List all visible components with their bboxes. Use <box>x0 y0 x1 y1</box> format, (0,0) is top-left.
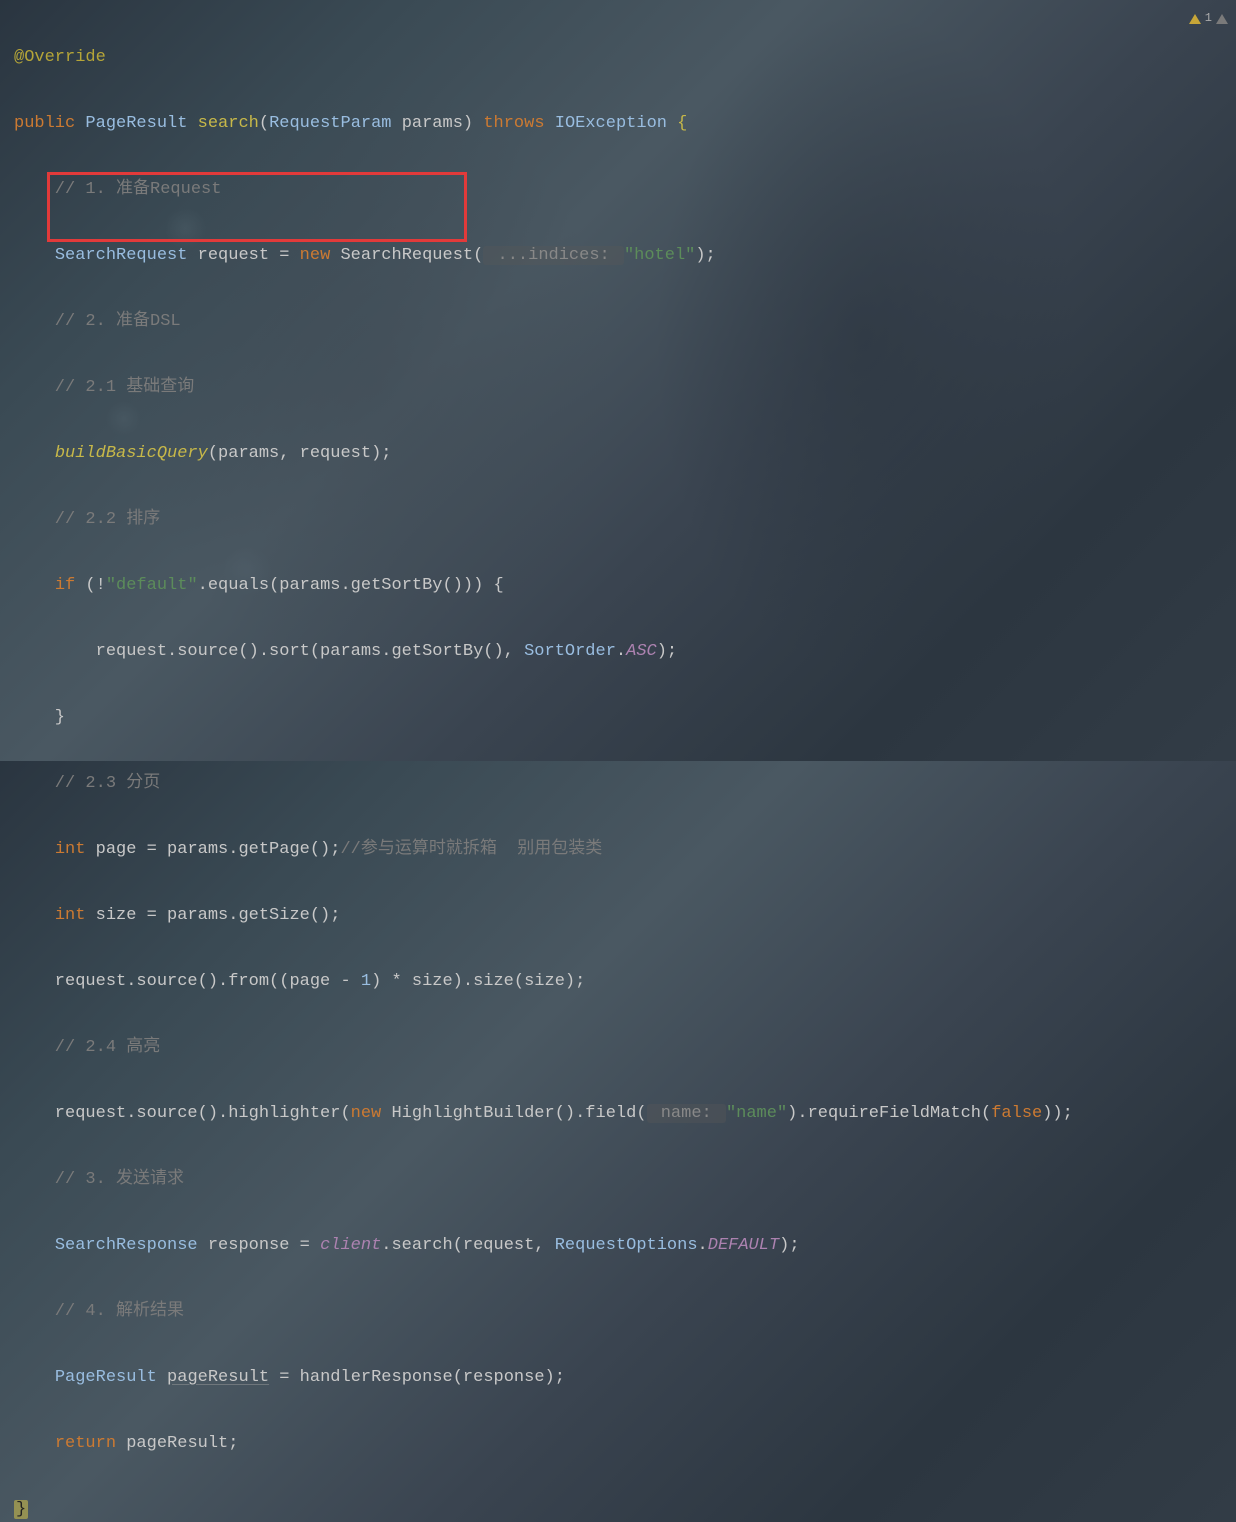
code-line: return pageResult; <box>14 1427 1222 1460</box>
code-line: } <box>14 1493 1222 1522</box>
warning-icon <box>1189 14 1201 24</box>
code-line: @Override <box>14 41 1222 74</box>
warnings-indicator[interactable]: 1 <box>1189 2 1228 35</box>
code-line: int page = params.getPage();//参与运算时就拆箱 别… <box>14 833 1222 866</box>
code-line: request.source().highlighter(new Highlig… <box>14 1097 1222 1130</box>
code-line: // 3. 发送请求 <box>14 1163 1222 1196</box>
closing-brace: } <box>14 1500 28 1519</box>
code-line: request.source().from((page - 1) * size)… <box>14 965 1222 998</box>
code-line: // 2.1 基础查询 <box>14 371 1222 404</box>
annotation: @Override <box>14 48 106 67</box>
code-editor[interactable]: @Override public PageResult search(Reque… <box>0 0 1236 1522</box>
code-line: public PageResult search(RequestParam pa… <box>14 107 1222 140</box>
param-hint: name: <box>647 1104 726 1123</box>
code-line: request.source().sort(params.getSortBy()… <box>14 635 1222 668</box>
code-line: // 4. 解析结果 <box>14 1295 1222 1328</box>
code-line: // 2.4 高亮 <box>14 1031 1222 1064</box>
warning-icon-dim <box>1216 14 1228 24</box>
code-line: buildBasicQuery(params, request); <box>14 437 1222 470</box>
code-line: // 2.3 分页 <box>14 767 1222 800</box>
code-line: SearchRequest request = new SearchReques… <box>14 239 1222 272</box>
code-line: PageResult pageResult = handlerResponse(… <box>14 1361 1222 1394</box>
code-line: // 2.2 排序 <box>14 503 1222 536</box>
code-line: if (!"default".equals(params.getSortBy()… <box>14 569 1222 602</box>
code-line: // 1. 准备Request <box>14 173 1222 206</box>
code-line: // 2. 准备DSL <box>14 305 1222 338</box>
code-line: } <box>14 701 1222 734</box>
param-hint: ...indices: <box>483 246 624 265</box>
code-line: int size = params.getSize(); <box>14 899 1222 932</box>
warning-count: 1 <box>1205 2 1212 35</box>
code-line: SearchResponse response = client.search(… <box>14 1229 1222 1262</box>
